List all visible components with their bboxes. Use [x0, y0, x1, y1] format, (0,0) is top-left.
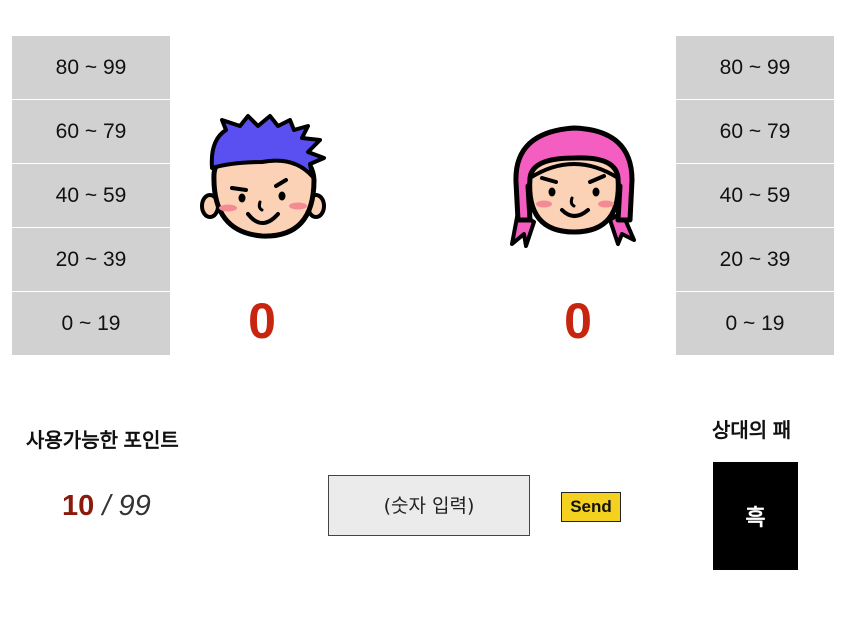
- player1-score: 0: [248, 293, 276, 349]
- player1-avatar: [196, 110, 336, 250]
- number-input[interactable]: [328, 475, 530, 536]
- player2-score: 0: [564, 293, 592, 349]
- player2-range-60-79[interactable]: 60 ~ 79: [676, 100, 834, 164]
- player2-range-20-39[interactable]: 20 ~ 39: [676, 228, 834, 292]
- available-points-value: 10 / 99: [62, 490, 151, 523]
- player1-range-column: 80 ~ 99 60 ~ 79 40 ~ 59 20 ~ 39 0 ~ 19: [12, 36, 170, 355]
- opponent-card-text: 흑: [745, 505, 766, 530]
- player1-range-60-79[interactable]: 60 ~ 79: [12, 100, 170, 164]
- girl-face-icon: [510, 125, 636, 248]
- points-max: 99: [118, 490, 151, 522]
- player2-range-80-99[interactable]: 80 ~ 99: [676, 36, 834, 100]
- player1-range-0-19[interactable]: 0 ~ 19: [12, 292, 170, 355]
- points-current: 10: [62, 490, 95, 522]
- player1-range-80-99[interactable]: 80 ~ 99: [12, 36, 170, 100]
- player2-range-column: 80 ~ 99 60 ~ 79 40 ~ 59 20 ~ 39 0 ~ 19: [676, 36, 834, 355]
- boy-face-icon: [200, 114, 326, 239]
- available-points-label: 사용가능한 포인트: [26, 430, 179, 452]
- player2-range-40-59[interactable]: 40 ~ 59: [676, 164, 834, 228]
- points-separator: /: [102, 490, 111, 522]
- player1-range-40-59[interactable]: 40 ~ 59: [12, 164, 170, 228]
- send-button[interactable]: Send: [561, 492, 621, 522]
- player2-range-0-19[interactable]: 0 ~ 19: [676, 292, 834, 355]
- player2-avatar: [504, 116, 644, 256]
- opponent-card-label: 상대의 패: [712, 420, 792, 442]
- opponent-card: 흑: [713, 462, 798, 570]
- player1-range-20-39[interactable]: 20 ~ 39: [12, 228, 170, 292]
